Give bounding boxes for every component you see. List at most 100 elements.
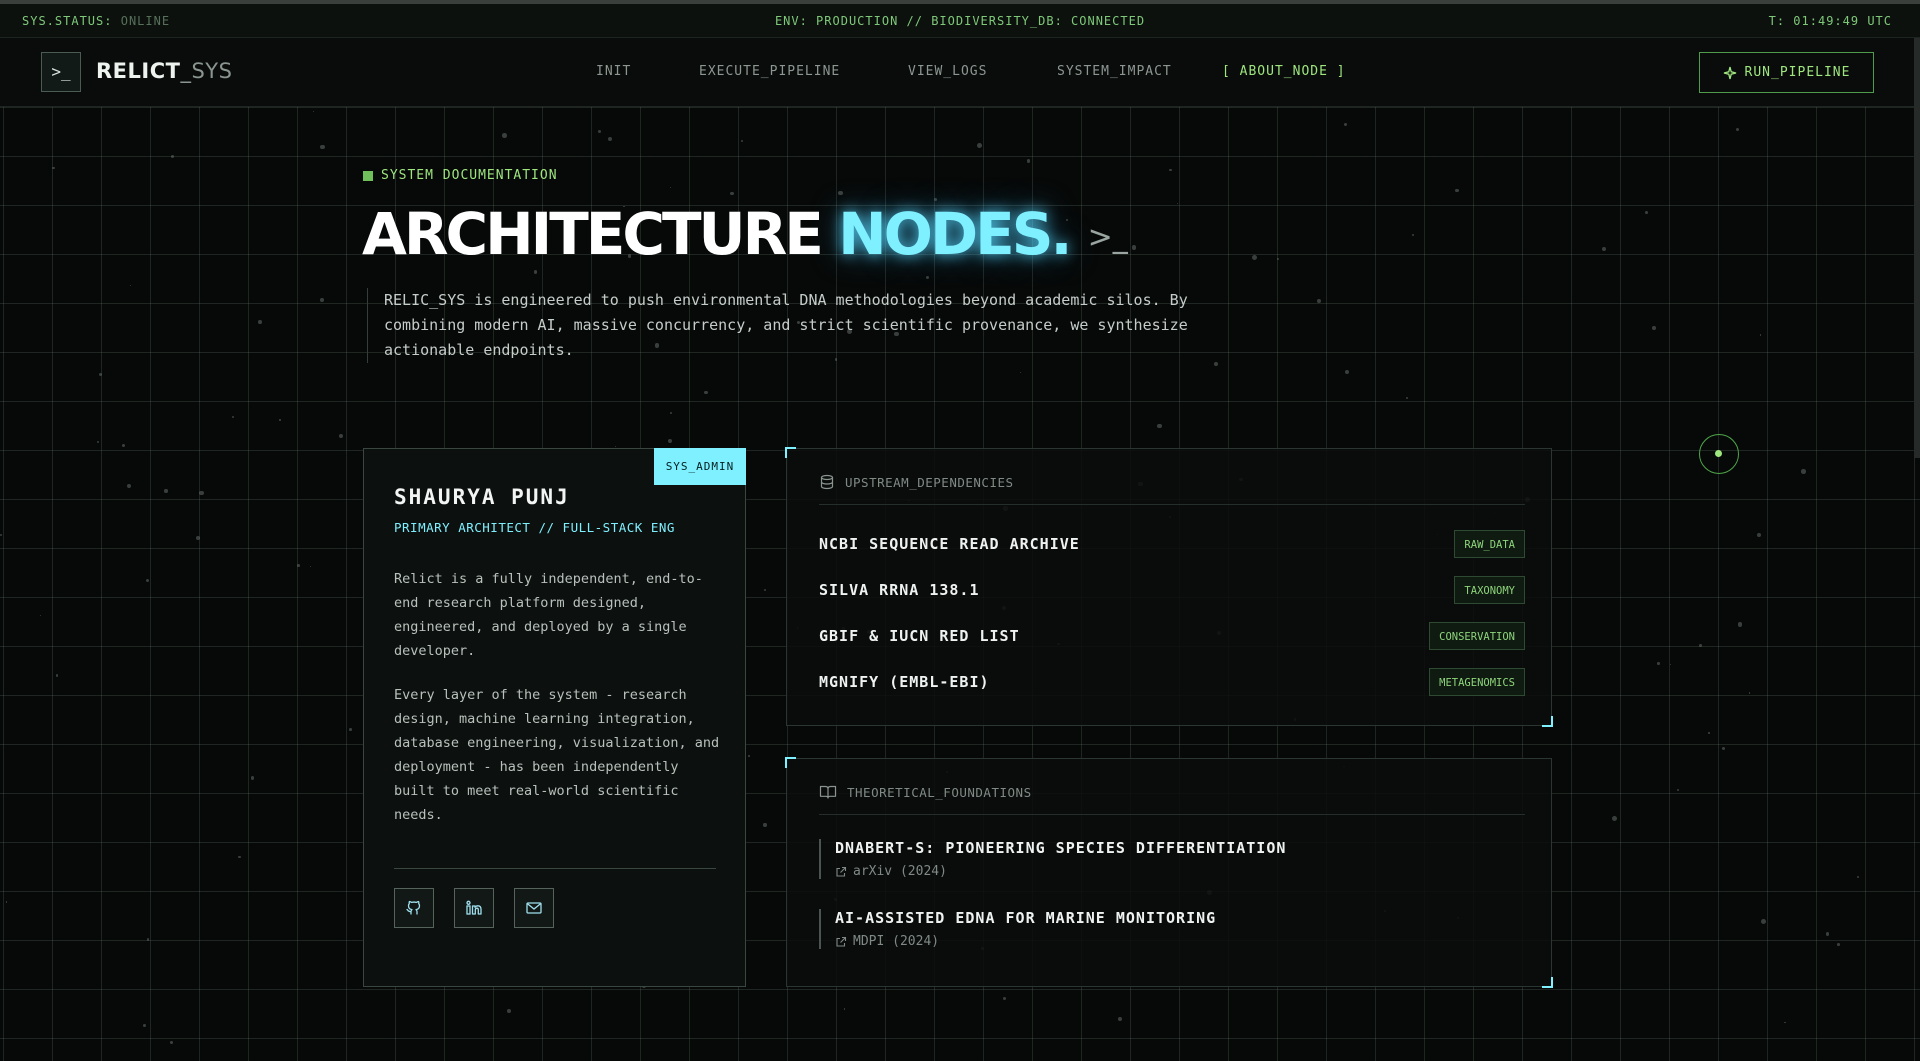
profile-name: SHAURYA PUNJ xyxy=(394,485,570,509)
dust-speck xyxy=(1251,254,1257,260)
dust-speck xyxy=(741,140,743,142)
bio-paragraph: Relict is a fully independent, end-to-en… xyxy=(394,571,703,659)
dust-speck xyxy=(1837,942,1841,946)
dependency-name: SILVA RRNA 138.1 xyxy=(819,581,980,599)
foundations-panel: THEORETICAL_FOUNDATIONS DNABERT-S: PIONE… xyxy=(785,757,1553,988)
clock: T: 01:49:49 UTC xyxy=(1768,14,1892,28)
dust-speck xyxy=(98,372,102,376)
paper-entry[interactable]: DNABERT-S: PIONEERING SPECIES DIFFERENTI… xyxy=(819,839,1525,879)
dependency-tag: METAGENOMICS xyxy=(1429,668,1525,696)
dependencies-panel: UPSTREAM_DEPENDENCIES NCBI SEQUENCE READ… xyxy=(785,447,1553,727)
corner-bracket xyxy=(1542,716,1553,727)
mail-icon[interactable] xyxy=(514,888,554,928)
dust-speck xyxy=(925,275,930,279)
paper-entry[interactable]: AI-ASSISTED EDNA FOR MARINE MONITORING M… xyxy=(819,909,1525,949)
dust-speck xyxy=(349,728,352,731)
terminal-logo-icon[interactable]: >_ xyxy=(41,52,81,92)
page-title: ARCHITECTURE NODES. >_ xyxy=(362,200,1128,268)
dust-speck xyxy=(670,411,673,414)
nav-link-system-impact[interactable]: SYSTEM_IMPACT xyxy=(1057,64,1172,79)
dust-speck xyxy=(1611,815,1617,821)
dust-speck xyxy=(1411,233,1414,236)
external-link-icon xyxy=(836,936,847,947)
nav-link-execute-pipeline[interactable]: EXECUTE_PIPELINE xyxy=(699,64,840,79)
corner-bracket xyxy=(785,757,796,768)
profile-role: PRIMARY ARCHITECT // FULL-STACK ENG xyxy=(394,520,675,535)
dust-speck xyxy=(730,191,734,196)
dust-speck xyxy=(1644,210,1648,214)
dust-speck xyxy=(1708,732,1710,734)
sparkle-icon xyxy=(1723,66,1736,79)
dust-speck xyxy=(1117,1016,1122,1021)
section-eyebrow: SYSTEM DOCUMENTATION xyxy=(363,168,558,183)
dust-speck xyxy=(0,533,3,536)
dust-speck xyxy=(1405,397,1408,399)
dependency-row: SILVA RRNA 138.1 TAXONOMY xyxy=(819,575,1525,605)
dust-speck xyxy=(146,938,150,941)
dust-speck xyxy=(171,154,175,158)
paper-source[interactable]: arXiv (2024) xyxy=(835,864,1525,879)
nav-link-about-node[interactable]: [ ABOUT_NODE ] xyxy=(1222,64,1346,79)
dust-speck xyxy=(763,823,767,827)
run-pipeline-button[interactable]: RUN_PIPELINE xyxy=(1699,52,1874,93)
dust-speck xyxy=(502,132,508,138)
dependency-tag: TAXONOMY xyxy=(1454,576,1525,604)
profile-bio: Relict is a fully independent, end-to-en… xyxy=(394,567,724,827)
paper-source[interactable]: MDPI (2024) xyxy=(835,934,1525,949)
dust-speck xyxy=(1748,692,1751,694)
dust-speck xyxy=(1759,334,1762,336)
github-icon[interactable] xyxy=(394,888,434,928)
dust-speck xyxy=(52,166,55,170)
environment-status: ENV: PRODUCTION // BIODIVERSITY_DB: CONN… xyxy=(774,14,1146,28)
book-icon xyxy=(819,785,837,799)
dust-speck xyxy=(1698,644,1702,647)
nav-link-init[interactable]: INIT xyxy=(596,64,631,79)
dust-speck xyxy=(704,390,708,395)
dust-speck xyxy=(126,483,131,488)
dust-speck xyxy=(506,1009,511,1013)
dust-speck xyxy=(1784,1021,1786,1023)
dust-speck xyxy=(1738,622,1743,627)
dust-speck xyxy=(279,419,282,421)
dust-speck xyxy=(1801,469,1806,474)
linkedin-icon[interactable] xyxy=(454,888,494,928)
dust-speck xyxy=(96,440,99,443)
dependency-row: MGNIFY (EMBL-EBI) METAGENOMICS xyxy=(819,667,1525,697)
scrollbar[interactable] xyxy=(1914,38,1920,458)
dependency-row: NCBI SEQUENCE READ ARCHIVE RAW_DATA xyxy=(819,529,1525,559)
square-marker-icon xyxy=(363,170,373,181)
dust-speck xyxy=(533,270,538,274)
profile-card: SYS_ADMIN SHAURYA PUNJ PRIMARY ARCHITECT… xyxy=(363,448,746,987)
dust-speck xyxy=(169,1041,173,1044)
panel-heading: THEORETICAL_FOUNDATIONS xyxy=(819,784,1525,815)
dust-speck xyxy=(320,298,324,302)
dust-speck xyxy=(250,776,254,780)
logo-text[interactable]: RELICT_SYS xyxy=(96,59,232,83)
dependency-name: MGNIFY (EMBL-EBI) xyxy=(819,673,990,691)
dust-speck xyxy=(1026,159,1031,163)
panel-heading: UPSTREAM_DEPENDENCIES xyxy=(819,474,1525,505)
paper-title[interactable]: AI-ASSISTED EDNA FOR MARINE MONITORING xyxy=(835,909,1525,927)
role-badge: SYS_ADMIN xyxy=(654,448,746,485)
dust-speck xyxy=(1344,369,1349,374)
divider xyxy=(394,868,716,869)
status-bar: SYS.STATUS: ONLINE ENV: PRODUCTION // BI… xyxy=(0,0,1920,38)
nav-link-view-logs[interactable]: VIEW_LOGS xyxy=(908,64,987,79)
bio-paragraph: Every layer of the system - research des… xyxy=(394,687,720,823)
dust-speck xyxy=(1825,931,1830,936)
terminal-prompt-icon: >_ xyxy=(1087,220,1128,256)
cursor-ring-icon xyxy=(1699,434,1739,474)
dust-speck xyxy=(1761,918,1766,924)
dependency-tag: RAW_DATA xyxy=(1454,530,1525,558)
dust-speck xyxy=(1756,532,1761,537)
corner-bracket xyxy=(1542,977,1553,988)
page-description: RELIC_SYS is engineered to push environm… xyxy=(367,288,1217,363)
paper-title[interactable]: DNABERT-S: PIONEERING SPECIES DIFFERENTI… xyxy=(835,839,1525,857)
dependency-tag: CONSERVATION xyxy=(1429,622,1525,650)
database-icon xyxy=(820,474,834,490)
dust-speck xyxy=(1131,244,1137,250)
social-links xyxy=(394,888,554,928)
external-link-icon xyxy=(836,866,847,877)
dust-speck xyxy=(164,489,168,493)
dust-speck xyxy=(1652,326,1656,330)
